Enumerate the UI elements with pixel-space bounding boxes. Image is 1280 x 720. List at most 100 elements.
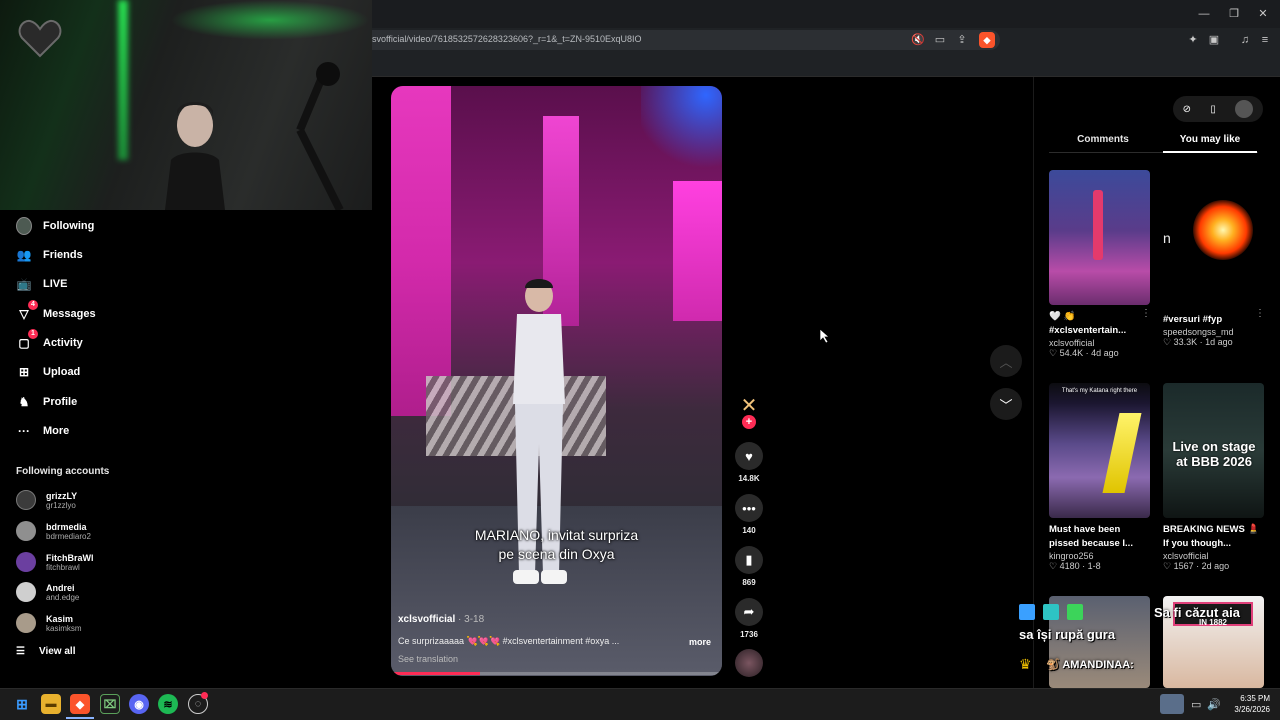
spotify-icon[interactable]: ≋ bbox=[158, 694, 178, 714]
close-icon[interactable]: ✕ bbox=[1256, 7, 1270, 21]
video-player[interactable]: MARIANO, invitat surpriza pe scena din O… bbox=[391, 86, 722, 676]
clock-date: 3/26/2026 bbox=[1234, 705, 1270, 714]
following-accounts-title: Following accounts bbox=[16, 466, 110, 477]
sound-button[interactable] bbox=[733, 649, 765, 677]
sidebar-item-label: Following bbox=[43, 220, 95, 232]
sidebar-item-more[interactable]: ··· More bbox=[16, 418, 69, 444]
previous-video-button[interactable]: ︿ bbox=[990, 345, 1022, 377]
fire-burst-image bbox=[1193, 200, 1253, 260]
following-account-item[interactable]: bdrmedia bdrmediaro2 bbox=[16, 517, 91, 545]
comment-count: 140 bbox=[742, 526, 756, 535]
recommended-video-card[interactable]: Live on stage at BBB 2026 BREAKING NEWS … bbox=[1163, 383, 1264, 572]
tab-you-may-like[interactable]: You may like bbox=[1163, 134, 1257, 145]
account-name: FitchBraWl bbox=[46, 552, 94, 563]
following-account-item[interactable]: FitchBraWl fitchbrawl bbox=[16, 548, 94, 576]
following-account-item[interactable]: Andrei and.edge bbox=[16, 578, 79, 606]
restore-icon[interactable]: ❐ bbox=[1227, 7, 1241, 21]
tab-comments[interactable]: Comments bbox=[1049, 134, 1157, 145]
card-author: xclsvofficial bbox=[1163, 551, 1209, 561]
see-translation-link[interactable]: See translation bbox=[398, 654, 458, 664]
chat-message: Sa fi căzut aia bbox=[1154, 605, 1240, 620]
friends-icon: 👥 bbox=[16, 248, 32, 262]
card-title: Must have been pissed because I... bbox=[1049, 524, 1133, 549]
discord-icon[interactable]: ◉ bbox=[129, 694, 149, 714]
sidebar-item-following[interactable]: Following bbox=[16, 213, 94, 239]
webcam-overlay bbox=[0, 0, 372, 210]
tray-app-icon[interactable] bbox=[1160, 694, 1184, 714]
share-button[interactable]: ➦ 1736 bbox=[733, 598, 765, 639]
following-account-item[interactable]: Kasim kasimksm bbox=[16, 609, 82, 637]
activity-badge: 1 bbox=[28, 329, 38, 339]
video-caption: MARIANO, invitat surpriza pe scena din O… bbox=[421, 526, 692, 564]
wallet-icon[interactable]: ▣ bbox=[1207, 33, 1221, 47]
microphone-arm bbox=[296, 62, 344, 210]
notification-dot bbox=[201, 692, 208, 699]
share-icon[interactable]: ⇪ bbox=[955, 33, 969, 47]
phone-icon[interactable]: ▯ bbox=[1210, 104, 1216, 115]
card-author: xclsvofficial bbox=[1049, 338, 1095, 348]
compass-icon[interactable]: ⊘ bbox=[1183, 104, 1191, 115]
streamer-figure bbox=[165, 102, 225, 210]
stage-light bbox=[391, 86, 451, 416]
more-icon: ··· bbox=[18, 424, 30, 438]
thumbnail-text: Live on stage at BBB 2026 bbox=[1172, 439, 1256, 469]
avatar bbox=[16, 490, 36, 510]
recommended-video-card[interactable]: 🤍 👏 #xclsventertain... xclsvofficial ♡ 54… bbox=[1049, 170, 1150, 359]
sidebar-item-upload[interactable]: ⊞ Upload bbox=[16, 359, 80, 385]
heart-outline-icon: ♡ bbox=[1163, 561, 1174, 571]
minimize-icon[interactable]: — bbox=[1197, 7, 1211, 21]
following-account-item[interactable]: grizzLY gr1zzlyo bbox=[16, 486, 77, 514]
cast-icon[interactable]: ▭ bbox=[933, 33, 947, 47]
save-button[interactable]: ▮ 869 bbox=[733, 546, 765, 587]
media-icon[interactable]: ♫ bbox=[1238, 33, 1252, 47]
progress-fill bbox=[391, 672, 481, 675]
brave-browser-icon[interactable]: ◆ bbox=[70, 694, 90, 714]
menu-icon[interactable]: ≡ bbox=[1258, 33, 1272, 47]
sidebar-item-live[interactable]: 📺 LIVE bbox=[16, 271, 68, 297]
user-avatar[interactable] bbox=[1235, 100, 1254, 118]
sidebar-item-label: Friends bbox=[43, 249, 83, 261]
terminal-icon[interactable]: ⌧ bbox=[100, 694, 120, 714]
chat-username: 🐒 AMANDINAA: bbox=[1046, 659, 1134, 671]
mute-site-icon[interactable]: 🔇 bbox=[911, 33, 925, 47]
author-name: xclsvofficial bbox=[398, 614, 456, 625]
clock[interactable]: 6:35 PM 3/26/2026 bbox=[1222, 693, 1270, 715]
sidebar-item-profile[interactable]: ♞ Profile bbox=[16, 389, 78, 415]
recommended-video-card[interactable]: n #versuri #fyp speedsongss_md ♡ 33.3K ·… bbox=[1163, 170, 1264, 348]
like-button[interactable]: ♥ 14.8K bbox=[733, 442, 765, 483]
file-explorer-icon[interactable]: ▬ bbox=[41, 694, 61, 714]
sidebar-item-label: More bbox=[43, 425, 70, 437]
extensions-icon[interactable]: ✦ bbox=[1186, 33, 1200, 47]
chevron-down-icon: ﹀ bbox=[999, 397, 1013, 413]
windows-start-icon[interactable]: ⊞ bbox=[12, 694, 32, 714]
view-all-link[interactable]: ☰ View all bbox=[16, 646, 75, 657]
webcam-led-strip bbox=[118, 0, 128, 160]
author-avatar-button[interactable]: ✕ + bbox=[733, 395, 765, 429]
video-thumbnail: That's my Katana right there bbox=[1049, 383, 1150, 518]
video-date: · 3-18 bbox=[455, 614, 485, 625]
card-likes: 33.3K bbox=[1173, 337, 1198, 347]
recommended-video-card[interactable] bbox=[1049, 596, 1150, 688]
follow-plus-icon[interactable]: + bbox=[742, 415, 756, 429]
sidebar-item-friends[interactable]: 👥 Friends bbox=[16, 242, 83, 268]
card-options-icon[interactable]: ⋮ bbox=[1255, 308, 1265, 319]
network-icon[interactable]: ▭ bbox=[1191, 698, 1201, 711]
card-options-icon[interactable]: ⋮ bbox=[1141, 308, 1151, 319]
more-button[interactable]: more bbox=[689, 637, 711, 647]
recommended-video-card[interactable]: That's my Katana right there Must have b… bbox=[1049, 383, 1150, 572]
stage-light bbox=[641, 86, 722, 176]
sidebar-item-messages[interactable]: ▽ 4 Messages bbox=[16, 300, 96, 327]
sidebar-item-activity[interactable]: ▢ 1 Activity bbox=[16, 329, 83, 356]
brave-shield-icon[interactable]: ◆ bbox=[979, 32, 995, 48]
music-disc-icon bbox=[735, 649, 763, 677]
crown-icon: ♛ bbox=[1019, 656, 1032, 672]
card-title: #xclsventertain... bbox=[1049, 325, 1127, 336]
avatar bbox=[16, 552, 36, 572]
card-title: #versuri #fyp bbox=[1163, 314, 1223, 325]
next-video-button[interactable]: ﹀ bbox=[990, 388, 1022, 420]
comment-button[interactable]: ••• 140 bbox=[733, 494, 765, 535]
video-author[interactable]: xclsvofficial · 3-18 bbox=[398, 614, 484, 625]
volume-icon[interactable]: 🔊 bbox=[1207, 698, 1221, 711]
account-handle: kasimksm bbox=[46, 623, 82, 633]
author-logo-icon: ✕ bbox=[740, 395, 758, 417]
